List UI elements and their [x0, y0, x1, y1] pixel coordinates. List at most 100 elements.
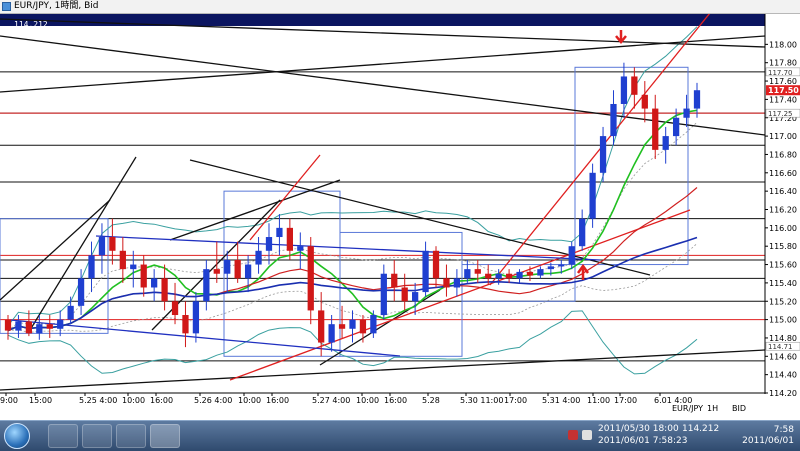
taskbar-clock[interactable]: 7:58 2011/06/01	[742, 425, 794, 447]
time-tick-label: 5.27 4:00	[312, 396, 350, 405]
candle-down	[213, 269, 220, 274]
candle-up	[683, 108, 690, 118]
candle-up	[547, 266, 554, 270]
price-tick-label: 114.20	[769, 389, 797, 398]
candle-up	[244, 264, 252, 279]
current-price-label: 117.50	[768, 86, 799, 95]
candle-up	[151, 278, 158, 288]
price-tick-label: 117.60	[769, 77, 797, 86]
candle-up	[453, 278, 461, 288]
price-tick-label: 115.60	[769, 261, 797, 270]
candle-up	[15, 321, 22, 331]
clock-time: 7:58	[773, 425, 794, 435]
price-chart[interactable]: 118.00117.80117.60117.40117.20117.00116.…	[0, 14, 800, 420]
candle-up	[672, 117, 680, 137]
price-level-label: 117.70	[768, 69, 793, 77]
tray-alert-icon[interactable]	[568, 430, 578, 440]
candle-down	[391, 273, 398, 288]
price-tick-label: 116.60	[769, 169, 797, 178]
candle-up	[67, 305, 74, 320]
candle-up	[662, 136, 669, 150]
candle-up	[537, 269, 544, 276]
status-side[interactable]: BID	[732, 404, 746, 413]
time-tick-label: 16:00	[150, 396, 173, 405]
candle-up	[380, 273, 387, 316]
time-tick-label: 16:00	[266, 396, 289, 405]
tray-info-time: 2011/05/30 18:00	[598, 424, 679, 434]
candle-down	[4, 319, 12, 331]
candle-down	[307, 246, 314, 311]
time-tick-label: 10:00	[238, 396, 261, 405]
start-button[interactable]	[4, 423, 30, 449]
price-tick-label: 115.00	[769, 316, 797, 325]
candle-down	[401, 287, 408, 302]
title-strip	[0, 14, 800, 26]
status-timeframe[interactable]: 1H	[707, 404, 718, 413]
candle-up	[88, 255, 95, 279]
time-tick-label: 11:00	[587, 396, 610, 405]
candle-down	[171, 301, 179, 316]
candle-down	[526, 271, 534, 276]
candle-down	[161, 278, 168, 302]
candle-down	[46, 324, 53, 329]
time-tick-label: 5.25 4:00	[79, 396, 117, 405]
candle-up	[328, 324, 335, 343]
price-tick-label: 117.00	[769, 132, 797, 141]
price-tick-label: 118.00	[769, 40, 797, 49]
chart-background	[0, 14, 800, 420]
tray-info-time2: 2011/06/01 7:58:23	[598, 436, 688, 446]
candle-up	[98, 237, 106, 256]
candle-down	[182, 315, 189, 334]
time-tick-label: 15:00	[29, 396, 52, 405]
candle-up	[370, 315, 377, 334]
candle-up	[276, 227, 283, 238]
candle-up	[464, 269, 471, 279]
chart-app-icon[interactable]	[150, 424, 180, 448]
candle-up	[57, 319, 64, 329]
candle-down	[25, 321, 33, 334]
candle-down	[652, 108, 659, 150]
time-tick-label: 10:00	[122, 396, 145, 405]
tray-keyboard-icon[interactable]	[582, 430, 592, 440]
price-tick-label: 114.40	[769, 371, 797, 380]
time-tick-label: 10:00	[356, 396, 379, 405]
candle-down	[318, 310, 325, 343]
candle-down	[359, 319, 367, 334]
candle-up	[224, 259, 231, 274]
candle-down	[119, 250, 126, 270]
candle-down	[485, 273, 492, 279]
candle-up	[255, 250, 262, 265]
candle-up	[693, 90, 701, 109]
candle-up	[265, 237, 273, 251]
candle-up	[620, 76, 628, 104]
price-tick-label: 117.40	[769, 95, 797, 104]
candle-up	[568, 246, 575, 265]
clock-date: 2011/06/01	[742, 436, 794, 446]
app-window-icon[interactable]	[116, 424, 146, 448]
candle-up	[36, 324, 43, 334]
time-tick-label: 5.30 11:00	[460, 396, 503, 405]
candle-down	[286, 227, 293, 251]
app-icon	[2, 2, 11, 11]
candle-up	[495, 273, 502, 279]
price-tick-label: 116.00	[769, 224, 797, 233]
folder-icon[interactable]	[48, 424, 78, 448]
candle-up	[589, 172, 596, 219]
candle-down	[505, 273, 513, 279]
system-tray: 2011/05/30 18:00 114.212 2011/06/01 7:58…	[566, 424, 796, 447]
price-tick-label: 115.20	[769, 297, 797, 306]
price-level-label: 114.71	[768, 343, 793, 351]
candle-down	[474, 269, 481, 274]
status-pair[interactable]: EUR/JPY	[672, 404, 703, 413]
browser-icon[interactable]	[82, 424, 112, 448]
candle-down	[338, 324, 346, 329]
price-tick-label: 116.80	[769, 150, 797, 159]
tray-info-price: 114.212	[682, 424, 720, 434]
candle-up	[77, 278, 85, 306]
price-tick-label: 116.20	[769, 206, 797, 215]
time-tick-label: 5.28	[422, 396, 440, 405]
candle-down	[234, 259, 241, 279]
price-tick-label: 117.80	[769, 59, 797, 68]
candle-up	[579, 218, 586, 247]
price-tick-label: 115.80	[769, 242, 797, 251]
